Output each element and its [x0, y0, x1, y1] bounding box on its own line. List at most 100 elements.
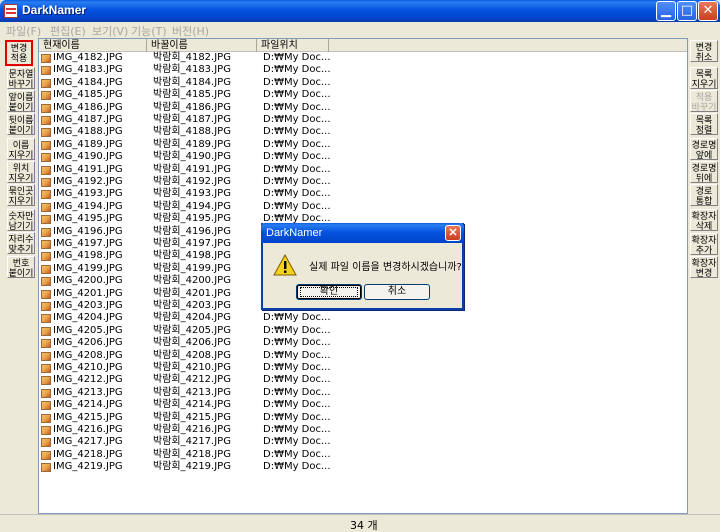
table-row[interactable]: IMG_4215.JPG 박람회_4215.JPG D:₩My Doc...	[39, 412, 687, 424]
column-current-name[interactable]: 현재이름	[39, 39, 147, 52]
delete-position-button[interactable]: 위치 지우기	[7, 161, 35, 184]
merge-path-button[interactable]: 경로 통합	[690, 184, 718, 207]
table-row[interactable]: IMG_4194.JPG 박람회_4194.JPG D:₩My Doc...	[39, 201, 687, 213]
prefix-name-button[interactable]: 앞이름 붙이기	[7, 90, 35, 113]
current-name-cell: IMG_4218.JPG	[53, 448, 123, 460]
sort-list-button[interactable]: 목록 정렬	[690, 113, 718, 136]
pad-digits-button[interactable]: 자리수 맞추기	[7, 232, 35, 255]
maximize-button[interactable]: □	[677, 1, 697, 21]
table-row[interactable]: IMG_4187.JPG 박람회_4187.JPG D:₩My Doc...	[39, 114, 687, 126]
change-extension-button[interactable]: 확장자 변경	[690, 256, 718, 279]
clear-list-button[interactable]: 목록 지우기	[690, 67, 718, 90]
replace-string-button[interactable]: 문자열 바꾸기	[7, 67, 35, 90]
menu-function[interactable]: 기능(T)	[131, 23, 167, 39]
keep-numbers-button[interactable]: 숫자만 남기기	[7, 209, 35, 232]
table-row[interactable]: IMG_4212.JPG 박람회_4212.JPG D:₩My Doc...	[39, 374, 687, 386]
file-count: 34 개	[350, 519, 378, 532]
image-file-icon	[41, 401, 51, 411]
dialog-message: 실제 파일 이름을 변경하시겠습니까?	[309, 262, 462, 273]
image-file-icon	[41, 78, 51, 88]
table-row[interactable]: IMG_4193.JPG 박람회_4193.JPG D:₩My Doc...	[39, 188, 687, 200]
add-extension-button[interactable]: 확장자 추가	[690, 233, 718, 256]
minimize-button[interactable]: ▁	[656, 1, 676, 21]
window-title: DarkNamer	[22, 3, 87, 17]
add-number-button[interactable]: 번호 붙이기	[7, 256, 35, 279]
close-button[interactable]: ✕	[698, 1, 718, 21]
image-file-icon	[41, 54, 51, 63]
image-file-icon	[41, 413, 51, 423]
table-row[interactable]: IMG_4184.JPG 박람회_4184.JPG D:₩My Doc...	[39, 77, 687, 89]
table-row[interactable]: IMG_4217.JPG 박람회_4217.JPG D:₩My Doc...	[39, 436, 687, 448]
file-path-cell: D:₩My Doc...	[263, 101, 331, 113]
table-row[interactable]: IMG_4210.JPG 박람회_4210.JPG D:₩My Doc...	[39, 362, 687, 374]
table-row[interactable]: IMG_4216.JPG 박람회_4216.JPG D:₩My Doc...	[39, 424, 687, 436]
table-row[interactable]: IMG_4213.JPG 박람회_4213.JPG D:₩My Doc...	[39, 387, 687, 399]
file-path-cell: D:₩My Doc...	[263, 151, 331, 163]
file-path-cell: D:₩My Doc...	[263, 176, 331, 187]
menu-edit[interactable]: 편집(E)	[50, 23, 86, 39]
delete-extension-button[interactable]: 확장자 삭제	[690, 209, 718, 232]
file-path-cell: D:₩My Doc...	[263, 324, 331, 336]
menu-version[interactable]: 버전(H)	[172, 23, 209, 39]
new-name-cell: 박람회_4186.JPG	[153, 101, 231, 113]
table-row[interactable]: IMG_4189.JPG 박람회_4189.JPG D:₩My Doc...	[39, 139, 687, 151]
new-name-cell: 박람회_4201.JPG	[153, 287, 231, 299]
new-name-cell: 박람회_4196.JPG	[153, 225, 231, 237]
close-icon: ✕	[448, 227, 458, 239]
file-path-cell: D:₩My Doc...	[263, 138, 331, 150]
column-new-name[interactable]: 바꿀이름	[147, 39, 257, 52]
dialog-close-button[interactable]: ✕	[445, 225, 461, 241]
app-icon	[4, 4, 18, 18]
current-name-cell: IMG_4193.JPG	[53, 188, 123, 200]
table-row[interactable]: IMG_4219.JPG 박람회_4219.JPG D:₩My Doc...	[39, 461, 687, 473]
table-row[interactable]: IMG_4183.JPG 박람회_4183.JPG D:₩My Doc...	[39, 64, 687, 76]
new-name-cell: 박람회_4194.JPG	[153, 200, 231, 212]
path-suffix-button[interactable]: 경로명 뒤에	[690, 161, 718, 184]
apply-changes-button[interactable]: 변경 적용	[5, 40, 33, 66]
table-row[interactable]: IMG_4190.JPG 박람회_4190.JPG D:₩My Doc...	[39, 151, 687, 163]
image-file-icon	[41, 264, 51, 274]
new-name-cell: 박람회_4193.JPG	[153, 188, 231, 200]
cancel-button[interactable]: 취소	[364, 284, 430, 300]
table-row[interactable]: IMG_4204.JPG 박람회_4204.JPG D:₩My Doc...	[39, 312, 687, 324]
table-row[interactable]: IMG_4186.JPG 박람회_4186.JPG D:₩My Doc...	[39, 102, 687, 114]
new-name-cell: 박람회_4182.JPG	[153, 52, 231, 63]
table-row[interactable]: IMG_4182.JPG 박람회_4182.JPG D:₩My Doc...	[39, 52, 687, 64]
menu-file[interactable]: 파일(F)	[6, 23, 41, 39]
current-name-cell: IMG_4217.JPG	[53, 436, 123, 448]
path-prefix-button[interactable]: 경로명 앞에	[690, 138, 718, 161]
table-row[interactable]: IMG_4205.JPG 박람회_4205.JPG D:₩My Doc...	[39, 325, 687, 337]
current-name-cell: IMG_4214.JPG	[53, 399, 123, 411]
image-file-icon	[41, 289, 51, 299]
image-file-icon	[41, 227, 51, 237]
table-row[interactable]: IMG_4214.JPG 박람회_4214.JPG D:₩My Doc...	[39, 399, 687, 411]
new-name-cell: 박람회_4183.JPG	[153, 64, 231, 76]
menu-view[interactable]: 보기(V)	[92, 23, 128, 39]
table-row[interactable]: IMG_4208.JPG 박람회_4208.JPG D:₩My Doc...	[39, 350, 687, 362]
suffix-name-button[interactable]: 뒷이름 붙이기	[7, 113, 35, 136]
image-file-icon	[41, 388, 51, 398]
table-row[interactable]: IMG_4218.JPG 박람회_4218.JPG D:₩My Doc...	[39, 449, 687, 461]
undo-changes-button[interactable]: 변경 취소	[690, 40, 718, 63]
current-name-cell: IMG_4187.JPG	[53, 114, 123, 125]
close-icon: ✕	[702, 3, 714, 18]
table-row[interactable]: IMG_4185.JPG 박람회_4185.JPG D:₩My Doc...	[39, 89, 687, 101]
table-row[interactable]: IMG_4192.JPG 박람회_4192.JPG D:₩My Doc...	[39, 176, 687, 188]
delete-name-button[interactable]: 이름 지우기	[7, 138, 35, 161]
file-path-cell: D:₩My Doc...	[263, 362, 331, 373]
image-file-icon	[41, 66, 51, 76]
table-row[interactable]: IMG_4206.JPG 박람회_4206.JPG D:₩My Doc...	[39, 337, 687, 349]
image-file-icon	[41, 364, 51, 373]
swap-applied-button[interactable]: 적용 바꾸기	[690, 90, 718, 113]
file-path-cell: D:₩My Doc...	[263, 461, 331, 473]
file-path-cell: D:₩My Doc...	[263, 424, 331, 435]
image-file-icon	[41, 351, 51, 361]
ok-button[interactable]: 확인	[296, 284, 362, 300]
table-row[interactable]: IMG_4188.JPG 박람회_4188.JPG D:₩My Doc...	[39, 126, 687, 138]
cancel-label: 취소	[387, 286, 407, 297]
table-row[interactable]: IMG_4191.JPG 박람회_4191.JPG D:₩My Doc...	[39, 164, 687, 176]
file-path-cell: D:₩My Doc...	[263, 114, 331, 125]
confirm-dialog: DarkNamer ✕ 실제 파일 이름을 변경하시겠습니까? 확인 취소	[261, 223, 464, 310]
column-file-path[interactable]: 파일위치	[257, 39, 329, 52]
delete-bracketed-button[interactable]: 묶인곳 지우기	[7, 184, 35, 207]
